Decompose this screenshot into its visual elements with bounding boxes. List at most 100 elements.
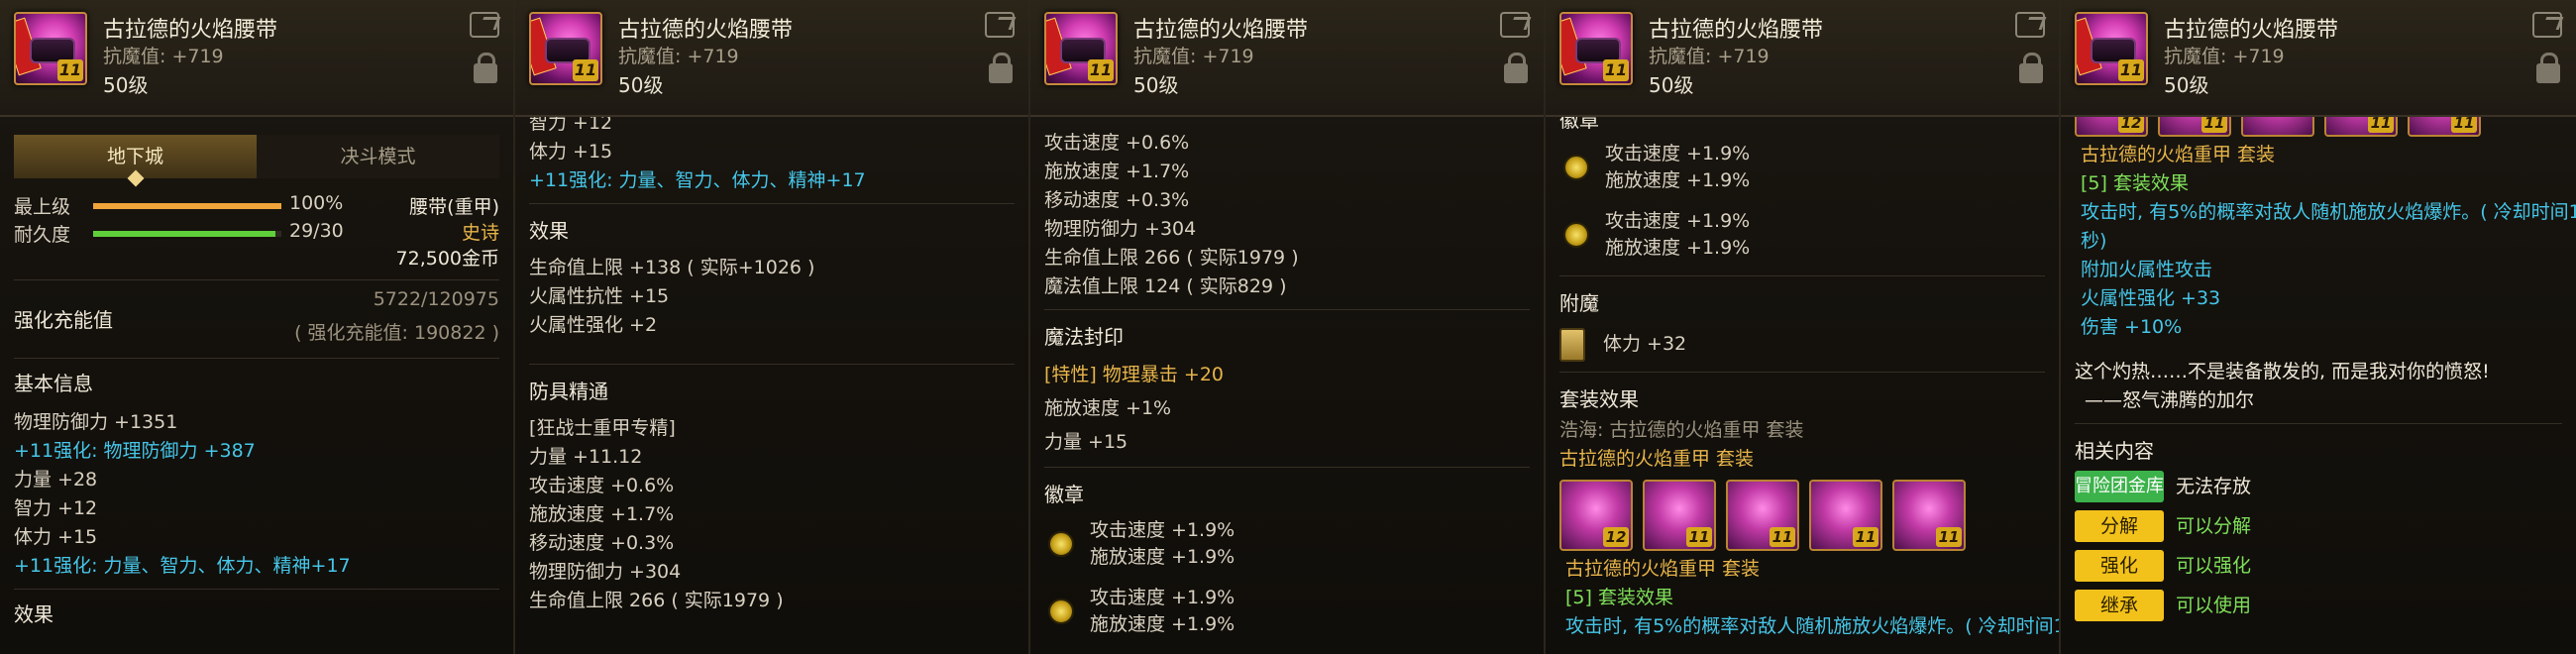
set-item-icon[interactable] [2241, 117, 2314, 137]
charge-block: 强化充能值 5722/120975 ( 强化充能值: 190822 ) [14, 288, 499, 350]
set-item-icon[interactable]: 11 [1809, 480, 1882, 551]
lock-icon[interactable] [2536, 53, 2560, 83]
related-note: 可以分解 [2176, 514, 2252, 537]
lock-icon[interactable] [474, 53, 497, 83]
stat-line: 物理防御力 +304 [1044, 218, 1197, 240]
emblem-stat-a: 攻击速度 +1.9% [1605, 143, 1751, 164]
set-item-icon[interactable]: 11 [2408, 117, 2481, 137]
tab-dungeon[interactable]: 地下城 [14, 135, 257, 178]
panel-body: 地下城 决斗模式 最上级 100% 耐久度 29/30 腰带(重甲) 史诗 72… [0, 117, 513, 654]
related-button[interactable]: 强化 [2075, 550, 2164, 582]
slot-type: 腰带(重甲) [409, 196, 499, 218]
set-item-badge: 11 [2368, 117, 2394, 133]
item-icon: 11 [1559, 12, 1633, 85]
related-note: 无法存放 [2176, 475, 2252, 497]
set-extra-1: 附加火属性攻击 [2081, 259, 2213, 280]
set-item-icon[interactable]: 11 [2324, 117, 2398, 137]
mastery-line: 移动速度 +0.3% [529, 532, 675, 554]
item-header: 11 古拉德的火焰腰带 抗魔值: +719 50级 [515, 0, 1028, 117]
set-source: 浩海: 古拉德的火焰重甲 套装 [1559, 419, 1804, 441]
share-icon[interactable] [470, 12, 499, 38]
set-item-badge: 11 [2201, 117, 2227, 133]
mode-tabs: 地下城 决斗模式 [14, 135, 499, 178]
stat-line: +11强化: 物理防御力 +387 [14, 440, 256, 462]
price: 72,500金币 [395, 248, 499, 270]
set-item-icon[interactable]: 11 [1643, 480, 1716, 551]
flavor-text: 这个灼热……不是装备散发的, 而是我对你的愤怒! [2075, 361, 2490, 382]
share-icon[interactable] [2532, 12, 2562, 38]
item-name: 古拉德的火焰腰带 [618, 18, 794, 43]
emblem-row: 攻击速度 +1.9% 施放速度 +1.9% [1559, 208, 2045, 266]
related-note: 可以强化 [2176, 554, 2252, 577]
effect-title: 效果 [14, 602, 54, 626]
emblem-title: 徽章 [1044, 483, 1084, 506]
effect-line: 火属性强化 +2 [529, 314, 658, 336]
related-button[interactable]: 继承 [2075, 590, 2164, 621]
set-item-icon[interactable]: 11 [2158, 117, 2231, 137]
seal-lines: [特性] 物理暴击 +20 施放速度 +1% 力量 +15 [1044, 358, 1530, 459]
set-item-badge: 11 [1686, 527, 1712, 547]
rarity: 史诗 [461, 222, 499, 244]
enhance-badge: 11 [2118, 59, 2144, 81]
item-name: 古拉德的火焰腰带 [103, 18, 278, 43]
related-row: 继承 可以使用 [2075, 587, 2562, 624]
lock-icon[interactable] [1504, 53, 1528, 83]
emblem-row: 攻击速度 +1.9% 施放速度 +1.9% [1044, 585, 1530, 642]
tooltip-panel-1: 11 古拉德的火焰腰带 抗魔值: +719 50级 地下城 决斗模式 最上级 1… [0, 0, 515, 654]
basic-lines: 物理防御力 +1351 +11强化: 物理防御力 +387 力量 +28 智力 +12… [14, 408, 499, 581]
stat-line: 生命值上限 266 ( 实际1979 ) [1044, 247, 1299, 269]
share-icon[interactable] [2015, 12, 2045, 38]
set-extra-3: 伤害 +10% [2081, 316, 2183, 338]
item-level: 50级 [103, 73, 149, 97]
durability-bar [93, 231, 281, 237]
effect-line: 火属性抗性 +15 [529, 285, 670, 307]
lock-icon[interactable] [2019, 53, 2043, 83]
stat-lines: 智力 +12 体力 +15 +11强化: 力量、智力、体力、精神+17 [529, 117, 1015, 195]
item-resist: 抗魔值: +719 [1133, 46, 1254, 67]
item-header: 11 古拉德的火焰腰带 抗魔值: +719 50级 [2061, 0, 2576, 117]
item-icon: 11 [1044, 12, 1118, 85]
set-title: 套装效果 [1559, 387, 1639, 411]
item-resist: 抗魔值: +719 [2164, 46, 2285, 67]
share-icon[interactable] [1500, 12, 1530, 38]
emblem-list: 攻击速度 +1.9% 施放速度 +1.9% 攻击速度 +1.9% 施放速度 +1.9% [1044, 517, 1530, 642]
stat-line: +11强化: 力量、智力、体力、精神+17 [14, 555, 351, 577]
mastery-line: 物理防御力 +304 [529, 561, 682, 583]
item-name: 古拉德的火焰腰带 [2164, 18, 2339, 43]
emblem-row: 攻击速度 +1.9% 施放速度 +1.9% [1044, 517, 1530, 575]
item-level: 50级 [1649, 73, 1694, 97]
emblem-stat-a: 攻击速度 +1.9% [1090, 519, 1235, 541]
related-button[interactable]: 冒险团金库 [2075, 471, 2164, 502]
set-count: [5] 套装效果 [1565, 587, 1673, 608]
share-icon[interactable] [985, 12, 1015, 38]
enchant-title: 附魔 [1559, 291, 1599, 315]
tab-duel[interactable]: 决斗模式 [257, 135, 499, 178]
emblem-stat-a: 攻击速度 +1.9% [1605, 210, 1751, 232]
set-item-icon[interactable]: 11 [1726, 480, 1799, 551]
emblem-row: 攻击速度 +1.9% 施放速度 +1.9% [1559, 141, 2045, 198]
related-row: 冒险团金库 无法存放 [2075, 468, 2562, 505]
basic-title: 基本信息 [14, 372, 93, 395]
stat-line: 施放速度 +1.7% [1044, 161, 1190, 182]
stat-line: 攻击速度 +0.6% [1044, 132, 1190, 154]
item-level: 50级 [618, 73, 664, 97]
charge-value: 5722/120975 [373, 288, 499, 310]
set-item-icon[interactable]: 12 [1559, 480, 1633, 551]
emblem-orb-icon [1563, 155, 1589, 180]
item-resist: 抗魔值: +719 [103, 46, 224, 67]
enhance-badge: 11 [1603, 59, 1629, 81]
item-name: 古拉德的火焰腰带 [1133, 18, 1309, 43]
set-name: 古拉德的火焰重甲 套装 [2081, 144, 2276, 165]
set-item-badge: 11 [1853, 527, 1878, 547]
effect-line: 生命值上限 +138 ( 实际+1026 ) [529, 257, 815, 278]
emblem-stat-b: 施放速度 +1.9% [1090, 546, 1235, 568]
lock-icon[interactable] [989, 53, 1013, 83]
set-item-icon[interactable]: 12 [2075, 117, 2148, 137]
tooltip-strip: 11 古拉德的火焰腰带 抗魔值: +719 50级 地下城 决斗模式 最上级 1… [0, 0, 2576, 654]
set-item-icon[interactable]: 11 [1892, 480, 1966, 551]
seal-line: [特性] 物理暴击 +20 [1044, 364, 1225, 385]
related-button[interactable]: 分解 [2075, 510, 2164, 542]
mastery-lines: [狂战士重甲专精] 力量 +11.12 攻击速度 +0.6% 施放速度 +1.7% 移动… [529, 414, 1015, 615]
stat-line: 移动速度 +0.3% [1044, 189, 1190, 211]
related-row: 分解 可以分解 [2075, 507, 2562, 545]
